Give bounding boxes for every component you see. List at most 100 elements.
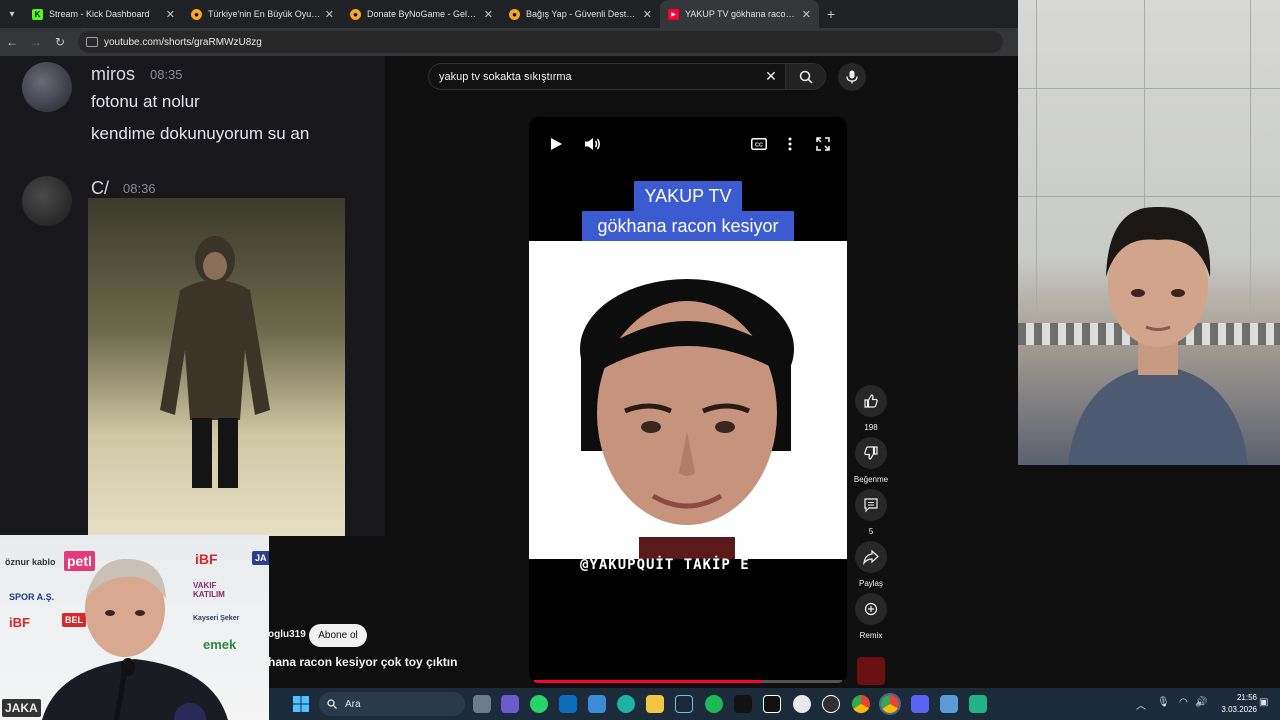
close-icon[interactable]: ✕ [166, 8, 175, 21]
reload-icon[interactable]: ↻ [48, 35, 72, 49]
play-icon[interactable] [549, 135, 563, 153]
screen: ▾ K Stream - Kick Dashboard ✕ ● Türkiye'… [0, 0, 1280, 720]
close-icon[interactable]: ✕ [802, 8, 811, 21]
tab-donate-bynogame[interactable]: ● Donate ByNoGame - Gelen/Gi ✕ [342, 0, 501, 28]
notification-icon[interactable]: ▣ [1259, 697, 1268, 708]
close-icon[interactable]: ✕ [643, 8, 652, 21]
youtube-search-box[interactable]: yakup tv sokakta sıkıştırma ✕ [428, 63, 826, 90]
chat-message-line: kendime dokunuyorum su an [91, 124, 310, 143]
share-icon [863, 549, 879, 565]
app-icon[interactable] [969, 695, 987, 713]
portrait-image [529, 241, 847, 559]
shorts-video-player[interactable]: CC YAKUP TV gökhana racon kesiyor @YAKUP… [529, 117, 847, 683]
more-options-icon[interactable] [788, 135, 792, 153]
share-label: Paylaş [858, 579, 883, 588]
teams-icon[interactable] [501, 695, 519, 713]
chat-username: C/ [91, 178, 109, 198]
microphone-icon[interactable]: 🎙 [1157, 697, 1170, 708]
captions-icon[interactable]: CC [751, 135, 767, 153]
chatgpt-icon[interactable] [793, 695, 811, 713]
dislike-button[interactable]: Beğenme [852, 437, 890, 484]
comment-icon [864, 498, 878, 513]
dislike-label: Beğenme [853, 475, 889, 484]
thumbs-down-icon [864, 446, 878, 460]
tab-label: Bağış Yap - Güvenli Destek | By [526, 9, 639, 19]
video-overlay-text: @YAKUPQUİT TAKİP E [580, 557, 750, 573]
capcut-icon[interactable] [763, 695, 781, 713]
whatsapp-icon[interactable] [530, 695, 548, 713]
video-progress-fill [534, 680, 762, 683]
store-icon[interactable] [588, 695, 606, 713]
share-button[interactable]: Paylaş [852, 541, 890, 588]
tab-label: Stream - Kick Dashboard [49, 9, 150, 19]
browser-toolbar: ← → ↻ youtube.com/shorts/graRMWzU8zg [0, 28, 1018, 56]
outlook-icon[interactable] [559, 695, 577, 713]
next-video-thumbnail[interactable] [857, 657, 885, 685]
tab-kick-dashboard[interactable]: K Stream - Kick Dashboard ✕ [24, 0, 183, 28]
wifi-icon[interactable]: ◠ [1179, 697, 1188, 708]
channel-name[interactable]: oglu319 [268, 629, 306, 640]
chrome-icon[interactable] [879, 693, 901, 715]
obs-icon[interactable] [822, 695, 840, 713]
remix-icon [864, 602, 878, 616]
search-button[interactable] [785, 64, 825, 89]
forward-arrow-icon[interactable]: → [24, 35, 48, 49]
bynogame-icon: ● [191, 8, 202, 20]
video-title: hana racon kesiyor çok toy çıktın [268, 655, 458, 669]
tab-search-menu-button[interactable]: ▾ [0, 2, 24, 26]
task-view-icon[interactable] [473, 695, 491, 713]
close-icon[interactable]: ✕ [325, 8, 334, 21]
chat-timestamp: 08:36 [123, 181, 156, 196]
system-clock[interactable]: 21:56 3.03.2026 [1215, 692, 1257, 716]
back-arrow-icon[interactable]: ← [0, 35, 24, 49]
like-button[interactable]: 198 [852, 385, 890, 432]
sponsor-logo: iBF [9, 615, 30, 630]
new-tab-button[interactable]: + [819, 6, 843, 22]
chat-overlay: miros 08:35 fotonu at nolur kendime doku… [0, 56, 385, 536]
tab-youtube-active[interactable]: ▶ YAKUP TV gökhana racon kesiyo ✕ [660, 0, 819, 28]
spotify-icon[interactable] [705, 695, 723, 713]
edge-icon[interactable] [617, 695, 635, 713]
volume-icon[interactable]: 🔊 [1195, 697, 1207, 708]
app-icon[interactable] [940, 695, 958, 713]
bynogame-icon: ● [509, 8, 520, 20]
tab-oyuncu[interactable]: ● Türkiye'nin En Büyük Oyuncu D ✕ [183, 0, 342, 28]
streamer-figure [1068, 206, 1248, 465]
close-icon[interactable]: ✕ [484, 8, 493, 21]
chat-photo-attachment[interactable] [88, 198, 345, 536]
tab-bagis-yap[interactable]: ● Bağış Yap - Güvenli Destek | By ✕ [501, 0, 660, 28]
chrome-icon[interactable] [852, 695, 870, 713]
subscribe-button[interactable]: Abone ol [309, 624, 367, 647]
discord-icon[interactable] [911, 695, 929, 713]
sponsor-logo: JA [252, 551, 269, 565]
clear-search-icon[interactable]: ✕ [757, 68, 785, 85]
browser-tab-bar: ▾ K Stream - Kick Dashboard ✕ ● Türkiye'… [0, 0, 1018, 28]
video-caption-line-2: gökhana racon kesiyor [582, 211, 794, 241]
windows-taskbar: Ara ︿ 🎙 ◠ 🔊 21:56 3.03.2026 ▣ [269, 688, 1280, 720]
taskbar-search[interactable]: Ara [319, 692, 465, 716]
site-info-icon[interactable] [86, 37, 98, 47]
chevron-up-icon[interactable]: ︿ [1136, 697, 1146, 712]
remix-button[interactable]: Remix [852, 593, 890, 640]
steam-icon[interactable] [675, 695, 693, 713]
volume-icon[interactable] [584, 135, 602, 153]
video-caption-line-1: YAKUP TV [634, 181, 742, 211]
search-input[interactable]: yakup tv sokakta sıkıştırma [439, 71, 757, 83]
fullscreen-icon[interactable] [816, 135, 830, 153]
address-bar[interactable]: youtube.com/shorts/graRMWzU8zg [78, 31, 1003, 53]
windows-start-icon[interactable] [293, 696, 309, 712]
tab-label: Türkiye'nin En Büyük Oyuncu D [208, 9, 321, 19]
video-progress-bar[interactable] [534, 680, 842, 683]
comments-button[interactable]: 5 [852, 489, 890, 536]
webcam-overlay [1018, 0, 1280, 465]
tab-label: Donate ByNoGame - Gelen/Gi [367, 9, 480, 19]
url-text: youtube.com/shorts/graRMWzU8zg [104, 36, 262, 48]
like-count: 198 [864, 423, 878, 432]
file-explorer-icon[interactable] [646, 695, 664, 713]
kick-icon: K [32, 8, 43, 20]
coach-figure [42, 558, 228, 720]
voice-search-button[interactable] [838, 63, 866, 91]
remix-label: Remix [859, 631, 883, 640]
app-icon[interactable] [734, 695, 752, 713]
chat-timestamp: 08:35 [150, 67, 183, 82]
